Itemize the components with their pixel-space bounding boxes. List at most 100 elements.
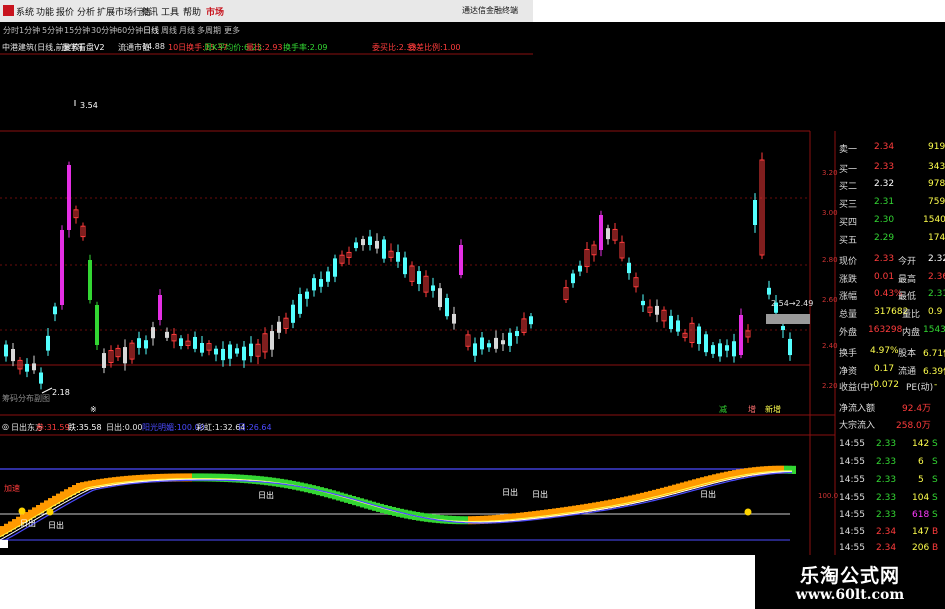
order-book-row[interactable]: 买四 2.30 1540 <box>810 214 945 228</box>
flow-row: 净流入额 92.4万 <box>810 400 945 414</box>
tick-price: 2.33 <box>876 493 897 503</box>
tick-row: 14:55 2.33 6 S <box>810 456 945 469</box>
watermark-brand: 乐淘公式网 <box>799 565 900 587</box>
stats-value: 0.17 <box>874 364 895 374</box>
tick-row: 14:55 2.33 104 S <box>810 492 945 505</box>
quote-value: 2.31 <box>928 289 945 299</box>
indicator-bar-falling <box>456 516 460 525</box>
candle-body <box>445 297 449 317</box>
flow-row: 大宗流入 258.0万 <box>810 417 945 431</box>
candle-body <box>627 262 631 274</box>
tick-time: 14:55 <box>839 510 865 520</box>
indicator-bar-falling <box>792 465 796 474</box>
candle-body <box>249 343 253 357</box>
candle-body <box>158 295 162 320</box>
quote-label: 最高 <box>898 275 917 285</box>
candle-body <box>53 306 57 315</box>
candle-body <box>235 348 239 354</box>
candle-body <box>368 236 372 245</box>
candle-body <box>319 279 323 287</box>
stats-value: 6.39亿 <box>923 367 945 377</box>
order-price: 2.30 <box>874 215 895 225</box>
candle-body <box>151 327 155 339</box>
candle-body <box>179 338 183 346</box>
candle-body <box>508 332 512 346</box>
order-book-row[interactable]: 买五 2.29 174 <box>810 232 945 246</box>
quote-label: 现价 <box>839 257 858 267</box>
indicator-bar-falling <box>448 515 452 524</box>
candle-body <box>788 338 792 356</box>
quote-row: 涨幅 0.43% 最低 2.31 <box>810 288 945 302</box>
tick-price: 2.34 <box>876 527 897 537</box>
candle-body <box>123 347 127 364</box>
candle-body <box>32 363 36 371</box>
candle-body <box>361 239 365 246</box>
candle-body <box>144 340 148 349</box>
candle-body <box>438 288 442 307</box>
candle-body <box>578 265 582 272</box>
candle-body <box>46 335 50 351</box>
candle-body <box>375 240 379 249</box>
lower-tag: 日出 <box>20 518 36 528</box>
quote-row: 外盘 163298 内盘 15438 <box>810 324 945 338</box>
quote-value: 2.33 <box>874 254 895 264</box>
candle-body <box>781 326 785 331</box>
indicator-bar-rising <box>608 499 612 509</box>
order-price: 2.31 <box>874 197 895 207</box>
stats-value: 4.97% <box>870 346 899 356</box>
lower-tag: 日出 <box>700 489 716 499</box>
candle-body <box>221 348 225 361</box>
order-price: 2.33 <box>874 162 895 172</box>
candle-body <box>529 316 533 325</box>
chart-canvas[interactable]: 3.54 2.18 2.54→2.49 3.20 3.00 2.80 2.60 … <box>0 0 945 555</box>
candle-body <box>473 343 477 356</box>
quote-panel: 卖一 2.34 9191 买一 2.33 343 买二 2.32 978 买三 … <box>810 135 945 555</box>
quote-value: 163298 <box>868 325 903 335</box>
candle-body <box>67 165 71 230</box>
candle-body <box>60 230 64 305</box>
order-book-row[interactable]: 卖一 2.34 9191 <box>810 141 945 155</box>
candle-body <box>95 305 99 345</box>
indicator-bar-falling <box>444 515 448 524</box>
lower-field: 日出:0.00 <box>106 423 143 432</box>
candle-body <box>137 338 141 348</box>
left-tag: 加速 <box>4 483 20 493</box>
quote-value: 0.9 <box>928 307 943 317</box>
order-volume: 174 <box>928 233 945 243</box>
order-volume: 9191 <box>928 142 945 152</box>
signal-tag: 增 <box>748 404 756 414</box>
order-book-row[interactable]: 买三 2.31 759 <box>810 196 945 210</box>
flow-label: 大宗流入 <box>839 421 876 431</box>
tick-side: S <box>932 493 938 503</box>
indicator-bar-falling <box>248 475 252 484</box>
order-volume: 1540 <box>923 215 945 225</box>
indicator-bar-falling <box>240 474 244 483</box>
candle-body <box>312 278 316 291</box>
tick-volume: 6 <box>918 457 924 467</box>
candle-body <box>501 340 505 345</box>
tick-side: B <box>932 543 939 553</box>
quote-label: 内盘 <box>902 328 921 338</box>
tick-time: 14:55 <box>839 543 865 553</box>
order-book-row[interactable]: 买一 2.33 343 <box>810 161 945 175</box>
candle-body <box>655 305 659 315</box>
lower-tag: 日出 <box>502 487 518 497</box>
flow-value: 92.4万 <box>902 404 932 414</box>
indicator-bar-falling <box>244 474 248 484</box>
tick-time: 14:55 <box>839 439 865 449</box>
tick-side: S <box>932 439 938 449</box>
candle-body <box>704 334 708 353</box>
candle-body <box>396 252 400 262</box>
tick-price: 2.33 <box>876 439 897 449</box>
tick-volume: 104 <box>912 493 930 503</box>
tick-price: 2.33 <box>876 510 897 520</box>
quote-label: 今开 <box>898 257 917 267</box>
order-book-row[interactable]: 买二 2.32 978 <box>810 178 945 192</box>
candle-body <box>431 285 435 291</box>
lower-field: 日:26.64 <box>238 423 272 432</box>
candle-body <box>732 341 736 357</box>
stats-row: 换手 4.97% 股本 6.71亿 <box>810 345 945 359</box>
quote-value: 15438 <box>923 325 945 335</box>
candle-body <box>298 294 302 314</box>
candle-body <box>382 239 386 259</box>
